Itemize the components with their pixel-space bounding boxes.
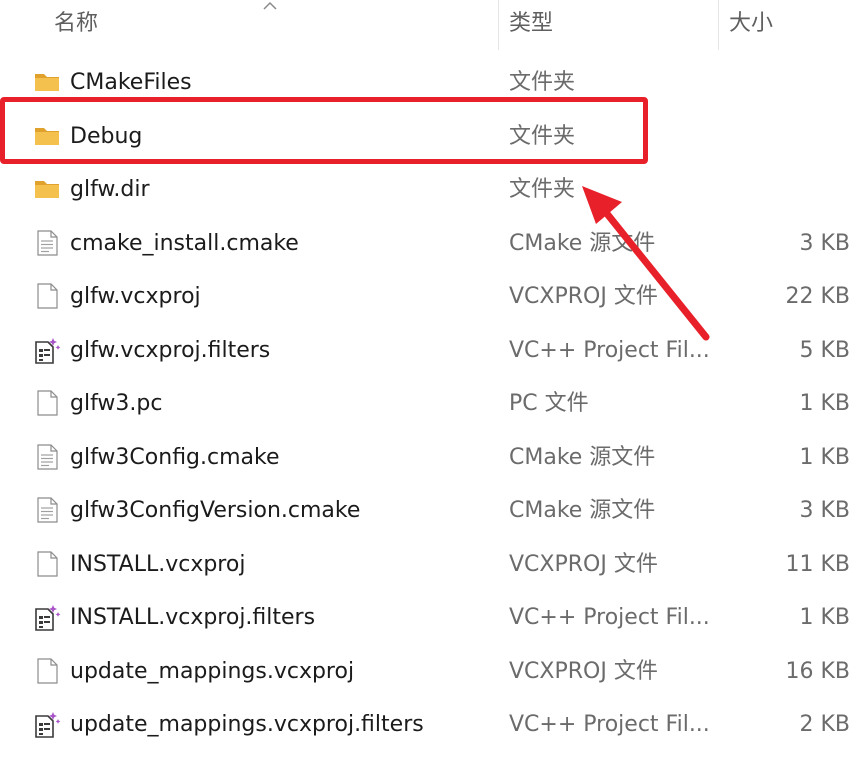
file-type: CMake 源文件: [509, 444, 656, 470]
file-name: update_mappings.vcxproj.filters: [70, 712, 424, 737]
file-type: VC++ Project Fil...: [509, 712, 709, 737]
file-name: cmake_install.cmake: [70, 230, 299, 256]
file-row[interactable]: cmake_install.cmake CMake 源文件 3 KB: [0, 217, 865, 271]
file-size: 1 KB: [799, 605, 850, 630]
vc-filters-icon: [33, 603, 61, 631]
file-row[interactable]: INSTALL.vcxproj.filters VC++ Project Fil.…: [0, 591, 865, 645]
file-name: glfw3.pc: [70, 391, 163, 416]
file-name: INSTALL.vcxproj: [70, 551, 246, 577]
file-type: VCXPROJ 文件: [509, 658, 658, 684]
file-type: VCXPROJ 文件: [509, 284, 658, 309]
file-size: 3 KB: [799, 230, 850, 256]
file-row[interactable]: glfw.vcxproj.filters VC++ Project Fil... 5…: [0, 324, 865, 378]
text-file-icon: [33, 443, 61, 471]
file-size: 5 KB: [799, 337, 850, 363]
file-name: glfw.dir: [70, 177, 150, 202]
file-name: glfw.vcxproj.filters: [70, 337, 271, 363]
file-size: 22 KB: [785, 284, 850, 309]
vc-filters-icon: [33, 710, 61, 738]
folder-icon: [33, 175, 61, 203]
file-row[interactable]: glfw.vcxproj VCXPROJ 文件 22 KB: [0, 270, 865, 324]
file-row[interactable]: glfw3Config.cmake CMake 源文件 1 KB: [0, 431, 865, 485]
file-name: update_mappings.vcxproj: [70, 658, 355, 684]
column-header-bar: 名称 类型 大小: [0, 0, 865, 50]
column-header-size[interactable]: 大小: [718, 0, 865, 50]
file-type: VCXPROJ 文件: [509, 551, 658, 577]
file-row[interactable]: update_mappings.vcxproj.filters VC++ Proj…: [0, 698, 865, 752]
file-row[interactable]: CMakeFiles 文件夹: [0, 56, 865, 110]
file-type: 文件夹: [509, 177, 576, 202]
file-type: PC 文件: [509, 391, 589, 416]
file-size: 11 KB: [785, 551, 850, 577]
blank-file-icon: [33, 389, 61, 417]
file-name: glfw3ConfigVersion.cmake: [70, 498, 361, 523]
text-file-icon: [33, 496, 61, 524]
file-size: 3 KB: [799, 498, 850, 523]
file-size: 16 KB: [785, 658, 850, 684]
file-row[interactable]: glfw3ConfigVersion.cmake CMake 源文件 3 KB: [0, 484, 865, 538]
file-type: 文件夹: [509, 123, 576, 149]
blank-file-icon: [33, 657, 61, 685]
file-name: Debug: [70, 123, 143, 149]
file-type: CMake 源文件: [509, 498, 656, 523]
file-row[interactable]: glfw3.pc PC 文件 1 KB: [0, 377, 865, 431]
folder-icon: [33, 68, 61, 96]
file-size: 1 KB: [799, 391, 850, 416]
file-type: VC++ Project Fil...: [509, 337, 709, 363]
file-size: 2 KB: [799, 712, 850, 737]
column-header-type[interactable]: 类型: [498, 0, 718, 50]
vc-filters-icon: [33, 336, 61, 364]
file-name: INSTALL.vcxproj.filters: [70, 605, 316, 630]
file-name: glfw.vcxproj: [70, 284, 201, 309]
file-row[interactable]: Debug 文件夹: [0, 110, 865, 164]
column-header-name[interactable]: 名称: [44, 0, 498, 50]
blank-file-icon: [33, 282, 61, 310]
file-name: glfw3Config.cmake: [70, 444, 280, 470]
file-row[interactable]: glfw.dir 文件夹: [0, 163, 865, 217]
file-name: CMakeFiles: [70, 70, 192, 95]
folder-icon: [33, 122, 61, 150]
file-row[interactable]: update_mappings.vcxproj VCXPROJ 文件 16 KB: [0, 645, 865, 699]
file-list: CMakeFiles 文件夹 Debug 文件夹 glfw.dir 文件夹 cmake_in…: [0, 56, 865, 752]
blank-file-icon: [33, 550, 61, 578]
file-explorer-list: 名称 类型 大小 CMakeFiles 文件夹 Debug 文件夹 glfw.dir 文件…: [0, 0, 865, 774]
file-type: 文件夹: [509, 70, 576, 95]
file-size: 1 KB: [799, 444, 850, 470]
file-row[interactable]: INSTALL.vcxproj VCXPROJ 文件 11 KB: [0, 538, 865, 592]
file-type: VC++ Project Fil...: [509, 605, 709, 630]
file-type: CMake 源文件: [509, 230, 656, 256]
text-file-icon: [33, 229, 61, 257]
